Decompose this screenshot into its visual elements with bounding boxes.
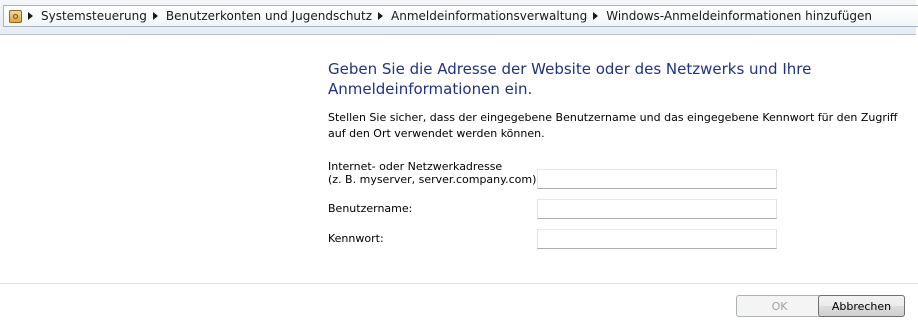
- breadcrumb[interactable]: Systemsteuerung Benutzerkonten und Jugen…: [3, 5, 918, 27]
- chevron-right-icon[interactable]: [378, 12, 384, 20]
- address-bar: Systemsteuerung Benutzerkonten und Jugen…: [0, 0, 918, 35]
- password-label: Kennwort:: [328, 232, 384, 245]
- add-windows-credentials-page: Systemsteuerung Benutzerkonten und Jugen…: [0, 0, 918, 330]
- breadcrumb-item-control-panel[interactable]: Systemsteuerung: [41, 9, 147, 23]
- chevron-right-icon[interactable]: [28, 12, 33, 20]
- cancel-button[interactable]: Abbrechen: [818, 295, 905, 317]
- control-panel-icon: [9, 9, 22, 23]
- password-input[interactable]: [537, 229, 777, 249]
- breadcrumb-item-add-windows-credentials[interactable]: Windows-Anmeldeinformationen hinzufügen: [606, 9, 872, 23]
- network-address-input[interactable]: [537, 169, 777, 189]
- instruction-text: Stellen Sie sicher, dass der eingegebene…: [328, 111, 898, 140]
- ok-button[interactable]: OK: [736, 295, 823, 317]
- username-label: Benutzername:: [328, 202, 413, 215]
- breadcrumb-item-user-accounts[interactable]: Benutzerkonten und Jugendschutz: [166, 9, 372, 23]
- chevron-right-icon[interactable]: [593, 12, 599, 20]
- address-label: Internet- oder Netzwerkadresse (z. B. my…: [328, 160, 540, 186]
- address-label-line2: (z. B. myserver, server.company.com):: [328, 173, 541, 186]
- footer-divider: [0, 283, 918, 284]
- chevron-right-icon[interactable]: [152, 12, 158, 20]
- username-input[interactable]: [537, 199, 777, 219]
- page-title: Geben Sie die Adresse der Website oder d…: [328, 60, 812, 98]
- address-label-line1: Internet- oder Netzwerkadresse: [328, 160, 503, 173]
- breadcrumb-item-credential-manager[interactable]: Anmeldeinformationsverwaltung: [391, 9, 587, 23]
